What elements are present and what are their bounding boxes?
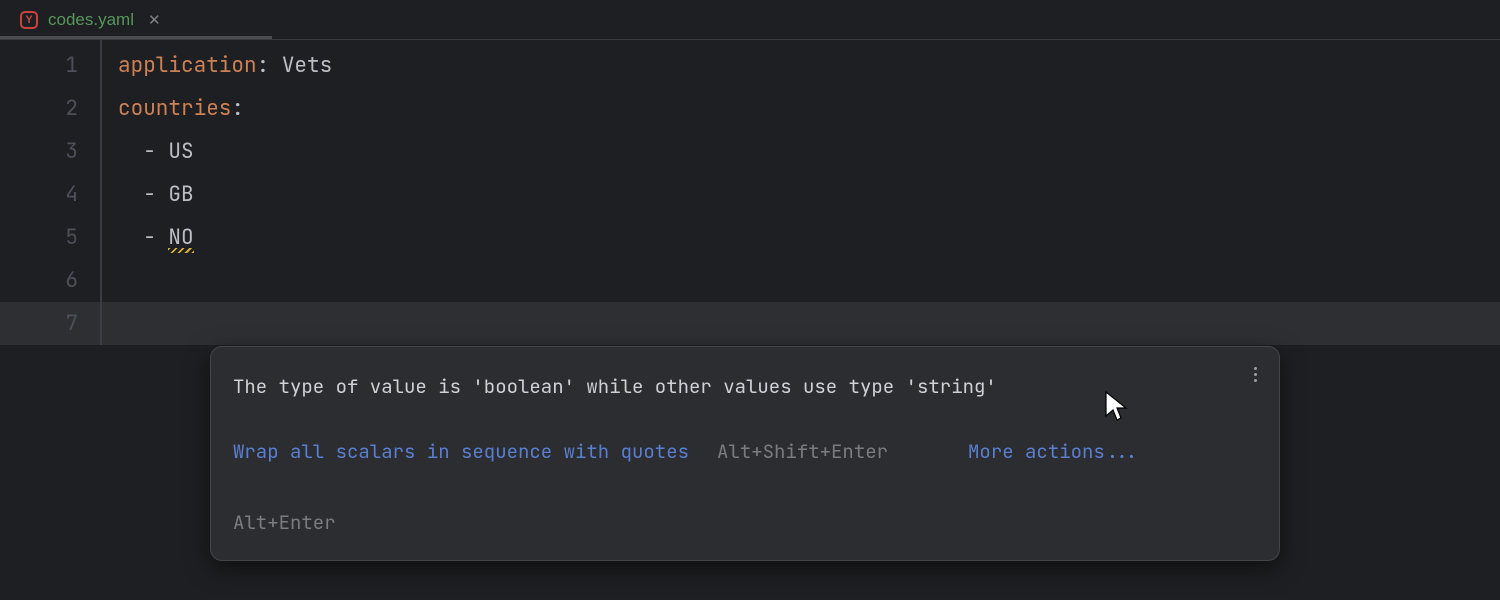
quick-fix-link[interactable]: Wrap all scalars in sequence with quotes — [233, 430, 689, 473]
line-number: 4 — [0, 173, 100, 216]
more-actions-link[interactable]: More actions... — [968, 430, 1139, 473]
line-number: 7 — [0, 302, 100, 345]
inspection-tooltip: The type of value is 'boolean' while oth… — [210, 346, 1280, 561]
code-line[interactable]: - GB — [118, 173, 332, 216]
yaml-value: GB — [168, 181, 193, 208]
yaml-value: US — [168, 138, 193, 165]
line-number: 3 — [0, 130, 100, 173]
dash: - — [118, 224, 168, 251]
close-tab-button[interactable]: ✕ — [144, 11, 165, 29]
yaml-value: Vets — [282, 52, 332, 79]
code-area[interactable]: application: Vets countries: - US - GB -… — [102, 40, 332, 345]
tab-active-underline — [0, 36, 272, 39]
tab-filename: codes.yaml — [48, 10, 134, 30]
dash: - — [118, 138, 168, 165]
colon: : — [231, 95, 244, 122]
code-line[interactable]: countries: — [118, 87, 332, 130]
code-line[interactable]: - US — [118, 130, 332, 173]
yaml-file-icon: Y — [20, 11, 38, 29]
line-number: 1 — [0, 44, 100, 87]
inspection-message: The type of value is 'boolean' while oth… — [233, 365, 1257, 408]
more-actions-shortcut: Alt+Enter — [233, 501, 336, 544]
line-number: 6 — [0, 259, 100, 302]
code-line[interactable]: - NO — [118, 216, 332, 259]
line-number: 2 — [0, 87, 100, 130]
code-line[interactable]: application: Vets — [118, 44, 332, 87]
file-tab-codes-yaml[interactable]: Y codes.yaml ✕ — [10, 4, 175, 36]
code-line[interactable] — [118, 259, 332, 302]
line-number: 5 — [0, 216, 100, 259]
tab-bar: Y codes.yaml ✕ — [0, 0, 1500, 40]
editor[interactable]: 1 2 3 4 5 6 7 application: Vets countrie… — [0, 40, 1500, 345]
yaml-key: countries — [118, 95, 231, 122]
colon: : — [257, 52, 282, 79]
tooltip-more-menu-button[interactable] — [1250, 361, 1261, 388]
quick-fix-shortcut: Alt+Shift+Enter — [717, 430, 888, 473]
yaml-key: application — [118, 52, 257, 79]
dash: - — [118, 181, 168, 208]
line-number-gutter: 1 2 3 4 5 6 7 — [0, 40, 100, 345]
yaml-value-warning[interactable]: NO — [168, 224, 193, 251]
code-line[interactable] — [118, 302, 332, 345]
